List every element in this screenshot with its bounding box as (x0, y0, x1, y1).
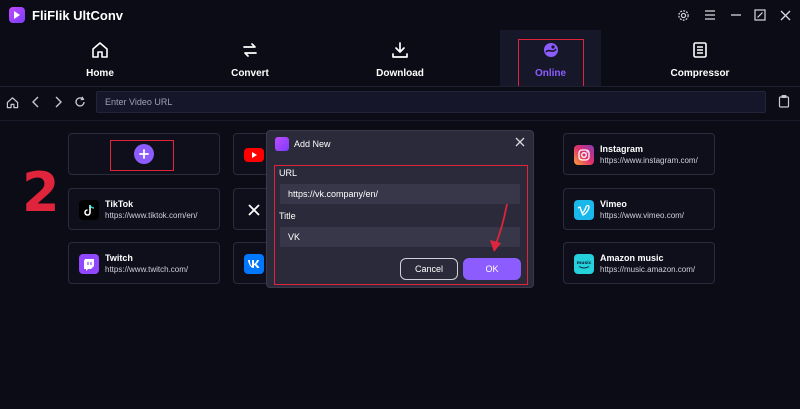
site-card-twitch[interactable]: Twitch https://www.twitch.com/ (68, 242, 220, 284)
convert-icon (240, 40, 260, 60)
nav-divider (0, 86, 800, 87)
site-card-instagram[interactable]: Instagram https://www.instagram.com/ (563, 133, 715, 175)
title-bar: FliFlik UltConv (0, 0, 800, 30)
refresh-icon[interactable] (73, 95, 87, 109)
site-name: TikTok (105, 199, 134, 209)
site-url: https://www.tiktok.com/en/ (105, 211, 198, 220)
x-icon (244, 200, 264, 220)
tab-online-label: Online (534, 68, 567, 79)
site-name: Twitch (105, 253, 133, 263)
tab-compressor-label: Compressor (670, 68, 730, 79)
back-icon[interactable] (29, 95, 43, 109)
home-icon (90, 40, 110, 60)
svg-text:music: music (577, 260, 592, 266)
site-card-vimeo[interactable]: Vimeo https://www.vimeo.com/ (563, 188, 715, 230)
title-label: Title (279, 211, 296, 221)
app-title: FliFlik UltConv (32, 8, 123, 23)
tab-home[interactable]: Home (60, 30, 140, 86)
tab-online[interactable]: Online (500, 30, 601, 86)
ok-button[interactable]: OK (463, 258, 521, 280)
cancel-button[interactable]: Cancel (400, 258, 458, 280)
site-card-amazon-music[interactable]: music Amazon music https://music.amazon.… (563, 242, 715, 284)
tab-download[interactable]: Download (360, 30, 440, 86)
minimize-icon[interactable] (728, 7, 744, 23)
vk-icon (244, 254, 264, 274)
site-url: https://www.twitch.com/ (105, 265, 189, 274)
restore-icon[interactable] (752, 7, 768, 23)
dialog-title: Add New (294, 139, 331, 149)
twitch-icon (79, 254, 99, 274)
site-url: https://music.amazon.com/ (600, 265, 696, 274)
add-site-button[interactable] (134, 144, 154, 164)
pointer-arrow (490, 203, 508, 252)
dialog-close-icon[interactable] (513, 135, 527, 149)
online-icon (541, 40, 561, 60)
vimeo-icon (574, 200, 594, 220)
site-name: Instagram (600, 144, 644, 154)
step-number-annotation: 2 (22, 161, 60, 224)
settings-icon[interactable] (675, 7, 691, 23)
amazon-music-icon: music (574, 254, 594, 274)
instagram-icon (574, 145, 594, 165)
site-name: Vimeo (600, 199, 627, 209)
youtube-icon (244, 148, 264, 162)
site-card-tiktok[interactable]: TikTok https://www.tiktok.com/en/ (68, 188, 220, 230)
compressor-icon (690, 40, 710, 60)
download-icon (390, 40, 410, 60)
tab-home-label: Home (86, 68, 114, 79)
tab-convert[interactable]: Convert (210, 30, 290, 86)
main-nav: Home Convert Download Online Compressor (0, 30, 800, 86)
tab-download-label: Download (376, 68, 424, 79)
video-url-input[interactable]: Enter Video URL (96, 91, 766, 113)
url-label: URL (279, 168, 298, 178)
browser-home-icon[interactable] (5, 95, 19, 109)
tab-compressor[interactable]: Compressor (660, 30, 740, 86)
site-url: https://www.vimeo.com/ (600, 211, 685, 220)
toolbar-divider (0, 120, 800, 121)
tab-convert-label: Convert (231, 68, 269, 79)
forward-icon[interactable] (51, 95, 65, 109)
close-icon[interactable] (777, 7, 793, 23)
site-name: Amazon music (600, 253, 664, 263)
paste-link-icon[interactable] (777, 94, 791, 108)
dialog-logo-icon (275, 137, 289, 151)
menu-icon[interactable] (702, 7, 718, 23)
site-url: https://www.instagram.com/ (600, 156, 698, 165)
app-logo-icon (9, 7, 25, 23)
tiktok-icon (79, 200, 99, 220)
